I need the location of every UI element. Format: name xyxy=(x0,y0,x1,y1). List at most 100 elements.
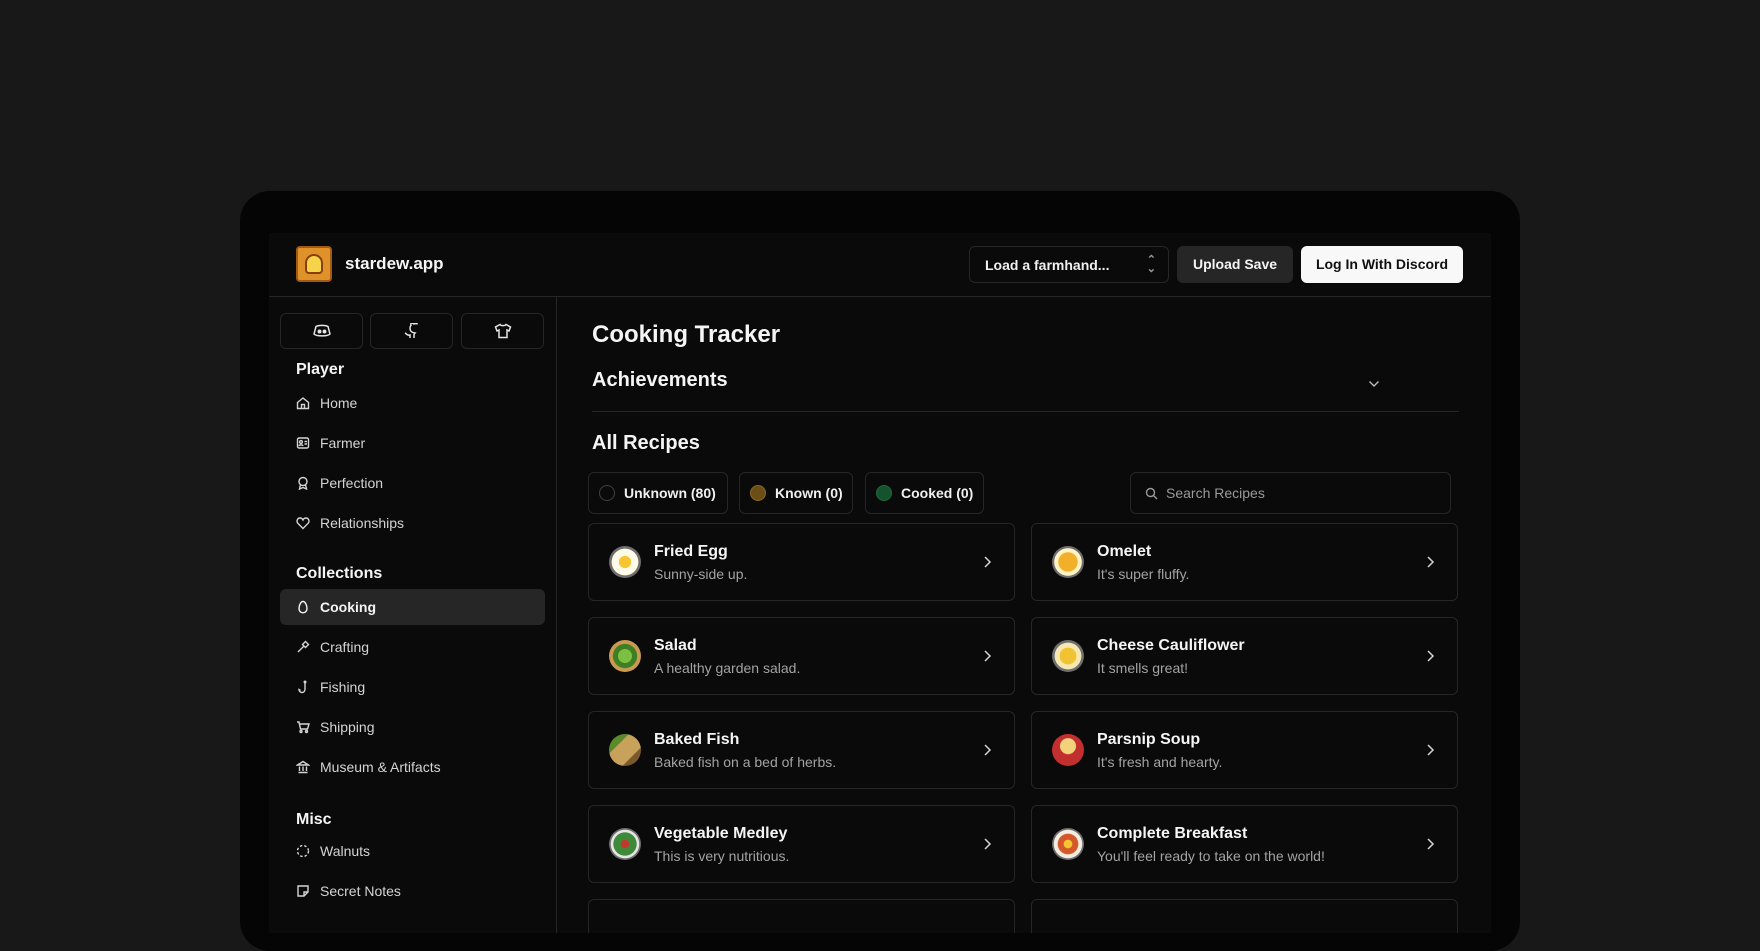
farmhand-select-label: Load a farmhand... xyxy=(985,257,1110,273)
app-window: stardew.app Load a farmhand... ⌃ ⌄ Upload… xyxy=(269,233,1491,933)
chevron-right-icon xyxy=(1427,838,1435,850)
recipe-card-salad[interactable]: Salad A healthy garden salad. xyxy=(588,617,1015,695)
sidebar-item-label: Secret Notes xyxy=(320,883,401,899)
recipe-card-partial[interactable] xyxy=(1031,899,1458,933)
login-discord-button[interactable]: Log In With Discord xyxy=(1301,246,1463,283)
chevron-right-icon xyxy=(984,838,992,850)
farmer-icon xyxy=(296,436,310,450)
sidebar-item-secret-notes[interactable]: Secret Notes xyxy=(280,873,545,909)
search-input[interactable] xyxy=(1166,485,1426,501)
sidebar-item-label: Cooking xyxy=(320,599,376,615)
recipe-description: It's super fluffy. xyxy=(1097,566,1190,582)
sidebar-item-relationships[interactable]: Relationships xyxy=(280,505,545,541)
shirt-link-button[interactable] xyxy=(461,313,544,349)
recipe-card-cheese-cauliflower[interactable]: Cheese Cauliflower It smells great! xyxy=(1031,617,1458,695)
recipe-name: Baked Fish xyxy=(654,731,740,748)
recipe-name: Parsnip Soup xyxy=(1097,731,1201,748)
recipe-name: Omelet xyxy=(1097,543,1152,560)
github-link-button[interactable] xyxy=(370,313,453,349)
cart-icon xyxy=(296,720,310,734)
achievements-toggle[interactable]: Achievements xyxy=(592,369,728,392)
recipe-name: Complete Breakfast xyxy=(1097,825,1248,842)
recipe-description: This is very nutritious. xyxy=(654,848,790,864)
recipe-description: Sunny-side up. xyxy=(654,566,748,582)
divider xyxy=(592,411,1459,412)
filter-known[interactable]: Known (0) xyxy=(739,472,853,514)
sidebar-item-shipping[interactable]: Shipping xyxy=(280,709,545,745)
status-dot-known xyxy=(750,485,766,501)
search-box[interactable] xyxy=(1130,472,1451,514)
sidebar-item-crafting[interactable]: Crafting xyxy=(280,629,545,665)
loader-icon xyxy=(296,844,310,858)
sidebar-item-label: Walnuts xyxy=(320,843,371,859)
recipe-card-complete-breakfast[interactable]: Complete Breakfast You'll feel ready to … xyxy=(1031,805,1458,883)
note-icon xyxy=(296,884,310,898)
filter-cooked[interactable]: Cooked (0) xyxy=(865,472,984,514)
sidebar-item-label: Crafting xyxy=(320,639,370,655)
github-icon xyxy=(404,323,418,338)
chevron-right-icon xyxy=(1427,744,1435,756)
brand-name[interactable]: stardew.app xyxy=(345,254,444,274)
upload-save-button[interactable]: Upload Save xyxy=(1177,246,1293,283)
recipe-card-vegetable-medley[interactable]: Vegetable Medley This is very nutritious… xyxy=(588,805,1015,883)
home-icon xyxy=(296,396,310,410)
chevron-right-icon xyxy=(984,744,992,756)
logo-icon xyxy=(305,254,323,274)
sidebar-item-label: Shipping xyxy=(320,719,375,735)
recipe-name: Fried Egg xyxy=(654,543,728,560)
omelet-icon xyxy=(1052,546,1084,578)
section-title-collections: Collections xyxy=(296,565,383,582)
sidebar-item-cooking[interactable]: Cooking xyxy=(280,589,545,625)
recipe-card-parsnip-soup[interactable]: Parsnip Soup It's fresh and hearty. xyxy=(1031,711,1458,789)
sidebar-item-label: Farmer xyxy=(320,435,366,451)
recipe-name: Vegetable Medley xyxy=(654,825,788,842)
search-icon xyxy=(1145,487,1158,499)
recipe-description: You'll feel ready to take on the world! xyxy=(1097,848,1325,864)
museum-icon xyxy=(296,760,310,774)
sidebar-item-fishing[interactable]: Fishing xyxy=(280,669,545,705)
sidebar-item-home[interactable]: Home xyxy=(280,385,545,421)
sidebar-item-label: Perfection xyxy=(320,475,384,491)
recipe-card-partial[interactable] xyxy=(588,899,1015,933)
sidebar-item-perfection[interactable]: Perfection xyxy=(280,465,545,501)
chevron-right-icon xyxy=(984,650,992,662)
recipe-description: Baked fish on a bed of herbs. xyxy=(654,754,837,770)
award-icon xyxy=(296,476,310,490)
farmhand-select[interactable]: Load a farmhand... ⌃ ⌄ xyxy=(969,246,1169,283)
sidebar-item-label: Fishing xyxy=(320,679,366,695)
section-title-all-recipes: All Recipes xyxy=(592,432,700,454)
shirt-icon xyxy=(494,323,511,339)
recipe-card-baked-fish[interactable]: Baked Fish Baked fish on a bed of herbs. xyxy=(588,711,1015,789)
vegetable-medley-icon xyxy=(609,828,641,860)
app-logo[interactable] xyxy=(296,246,332,282)
sidebar: Player Home Farmer Perfection Relationsh… xyxy=(269,297,557,933)
recipe-card-omelet[interactable]: Omelet It's super fluffy. xyxy=(1031,523,1458,601)
hammer-icon xyxy=(296,640,310,654)
recipe-card-fried-egg[interactable]: Fried Egg Sunny-side up. xyxy=(588,523,1015,601)
sidebar-item-walnuts[interactable]: Walnuts xyxy=(280,833,545,869)
chevron-down-icon[interactable] xyxy=(1368,375,1380,393)
chevrons-up-down-icon: ⌃ ⌄ xyxy=(1146,254,1156,275)
recipe-description: It's fresh and hearty. xyxy=(1097,754,1223,770)
discord-icon xyxy=(312,324,331,337)
sidebar-item-label: Relationships xyxy=(320,515,405,531)
egg-icon xyxy=(296,600,310,614)
cheese-cauliflower-icon xyxy=(1052,640,1084,672)
fishhook-icon xyxy=(296,680,310,694)
filter-unknown[interactable]: Unknown (80) xyxy=(588,472,728,514)
chevron-right-icon xyxy=(984,556,992,568)
section-title-misc: Misc xyxy=(296,811,332,828)
recipe-description: A healthy garden salad. xyxy=(654,660,801,676)
sidebar-item-label: Museum & Artifacts xyxy=(320,759,441,775)
status-dot-unknown xyxy=(599,485,615,501)
sidebar-item-farmer[interactable]: Farmer xyxy=(280,425,545,461)
filter-label: Cooked (0) xyxy=(901,485,974,501)
baked-fish-icon xyxy=(609,734,641,766)
section-title-player: Player xyxy=(296,361,345,378)
heart-icon xyxy=(296,516,310,530)
sidebar-item-museum[interactable]: Museum & Artifacts xyxy=(280,749,545,785)
discord-link-button[interactable] xyxy=(280,313,363,349)
main-content: Cooking Tracker Achievements All Recipes… xyxy=(557,297,1491,933)
filter-label: Unknown (80) xyxy=(624,485,716,501)
chevron-right-icon xyxy=(1427,650,1435,662)
